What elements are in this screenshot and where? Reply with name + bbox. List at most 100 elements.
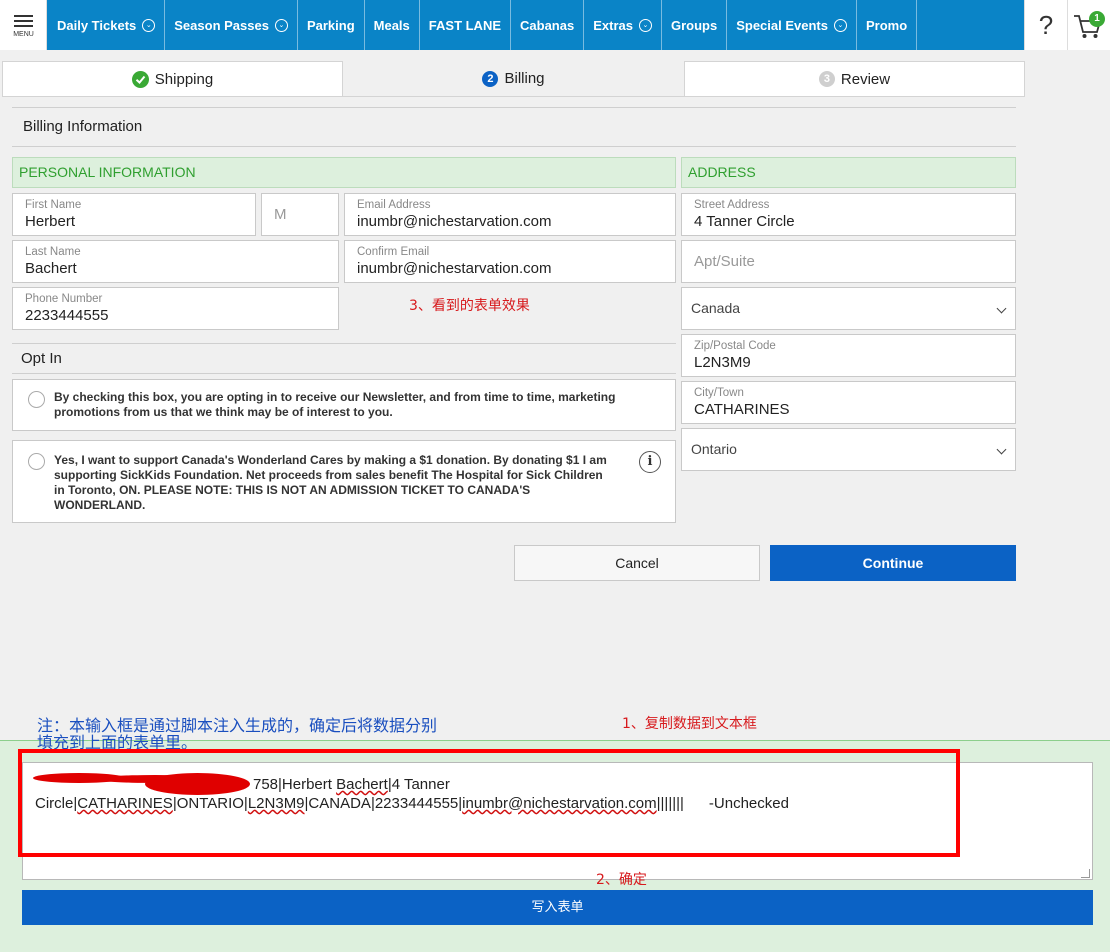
write-form-button[interactable]: 写入表单 <box>22 890 1093 925</box>
chevron-down-icon: ⌄ <box>833 18 847 32</box>
field-label: Last Name <box>25 246 81 258</box>
cart-button[interactable]: 1 <box>1070 0 1110 50</box>
check-circle-icon <box>131 70 149 88</box>
donation-text: Yes, I want to support Canada's Wonderla… <box>54 453 607 512</box>
last-name-field[interactable]: Last Name Bachert <box>12 240 339 283</box>
field-label: Street Address <box>694 199 770 211</box>
nav-item[interactable]: Season Passes ⌄ <box>165 0 298 50</box>
opt-in-title: Opt In <box>21 350 62 367</box>
annotation-step3: 3、看到的表单效果 <box>409 298 530 314</box>
field-label: Email Address <box>357 199 431 211</box>
newsletter-checkbox[interactable] <box>28 391 45 408</box>
field-label: Zip/Postal Code <box>694 340 776 352</box>
field-label: Phone Number <box>25 293 103 305</box>
select-value: Ontario <box>691 441 737 457</box>
menu-button[interactable]: MENU <box>0 0 47 50</box>
email-field[interactable]: Email Address inumbr@nichestarvation.com <box>344 193 676 236</box>
nav-item[interactable]: FAST LANE <box>420 0 512 50</box>
field-value: Bachert <box>25 260 77 277</box>
city-field[interactable]: City/Town CATHARINES <box>681 381 1016 424</box>
nav-item-label: Season Passes <box>174 17 269 33</box>
confirm-email-field[interactable]: Confirm Email inumbr@nichestarvation.com <box>344 240 676 283</box>
nav-item[interactable]: Meals <box>365 0 420 50</box>
hamburger-icon <box>14 15 33 27</box>
divider <box>12 146 1016 147</box>
newsletter-option[interactable]: By checking this box, you are opting in … <box>12 379 676 431</box>
nav-item-label: Parking <box>306 17 355 33</box>
nav-item[interactable]: Daily Tickets ⌄ <box>48 0 166 50</box>
field-label: Confirm Email <box>357 246 430 258</box>
field-label: City/Town <box>694 387 744 399</box>
step-review[interactable]: 3 Review <box>684 61 1025 97</box>
phone-field[interactable]: Phone Number 2233444555 <box>12 287 339 330</box>
chevron-down-icon: ⌄ <box>274 18 288 32</box>
chevron-down-icon: ⌄ <box>638 18 652 32</box>
info-icon[interactable]: i <box>639 451 661 473</box>
field-value: inumbr@nichestarvation.com <box>357 260 552 277</box>
menu-label: MENU <box>13 31 34 38</box>
personal-info-header: PERSONAL INFORMATION <box>12 157 676 188</box>
divider <box>12 107 1016 108</box>
field-value: inumbr@nichestarvation.com <box>357 213 552 230</box>
step-number-badge: 2 <box>482 70 499 87</box>
field-label: First Name <box>25 199 82 211</box>
nav-item[interactable]: Groups <box>662 0 728 50</box>
nav-item-label: Extras <box>593 17 633 33</box>
step-label: Shipping <box>154 70 214 88</box>
highlight-box <box>18 749 960 857</box>
country-select[interactable]: Canada <box>681 287 1016 330</box>
chevron-down-icon <box>996 303 1007 314</box>
zip-field[interactable]: Zip/Postal Code L2N3M9 <box>681 334 1016 377</box>
province-select[interactable]: Ontario <box>681 428 1016 471</box>
apt-suite-field[interactable]: Apt/Suite <box>681 240 1016 283</box>
donation-checkbox[interactable] <box>28 453 45 470</box>
annotation-step2: 2、确定 <box>596 872 647 888</box>
nav-item[interactable]: Promo <box>857 0 918 50</box>
field-value: L2N3M9 <box>694 354 751 371</box>
nav-item-label: Groups <box>670 17 718 33</box>
billing-title: Billing Information <box>23 118 143 135</box>
select-value: Canada <box>691 300 741 316</box>
nav-item-label: Special Events <box>736 17 828 33</box>
help-button[interactable]: ? <box>1024 0 1068 50</box>
field-value: CATHARINES <box>694 401 790 418</box>
field-value: Herbert <box>25 213 76 230</box>
step-label: Review <box>840 70 891 88</box>
field-placeholder: M <box>274 206 287 223</box>
cart-icon <box>1074 15 1102 38</box>
nav-item[interactable]: Extras ⌄ <box>584 0 662 50</box>
field-value: 4 Tanner Circle <box>694 213 795 230</box>
nav-item-label: Meals <box>373 17 410 33</box>
chevron-down-icon <box>996 444 1007 455</box>
step-billing[interactable]: 2 Billing <box>343 61 684 97</box>
cancel-button[interactable]: Cancel <box>514 545 760 581</box>
chevron-down-icon: ⌄ <box>142 18 156 32</box>
nav-items: Daily Tickets ⌄ Season Passes ⌄ Parking Meals… <box>48 0 918 50</box>
newsletter-text: By checking this box, you are opting in … <box>54 390 616 419</box>
first-name-field[interactable]: First Name Herbert <box>12 193 256 236</box>
divider <box>12 343 676 344</box>
nav-item-label: Cabanas <box>520 17 575 33</box>
nav-item[interactable]: Special Events ⌄ <box>727 0 857 50</box>
step-number-badge: 3 <box>818 71 835 87</box>
resize-handle[interactable] <box>1081 869 1090 878</box>
nav-item-label: Daily Tickets <box>57 17 137 33</box>
step-shipping[interactable]: Shipping <box>2 61 343 97</box>
cart-count-badge: 1 <box>1089 11 1105 27</box>
nav-item-label: FAST LANE <box>428 17 502 33</box>
nav-item[interactable]: Cabanas <box>511 0 585 50</box>
continue-button[interactable]: Continue <box>770 545 1016 581</box>
step-label: Billing <box>504 70 545 87</box>
address-header: ADDRESS <box>681 157 1016 188</box>
annotation-step1: 1、复制数据到文本框 <box>622 716 757 732</box>
field-placeholder: Apt/Suite <box>694 253 755 270</box>
middle-initial-field[interactable]: M <box>261 193 339 236</box>
nav-item[interactable]: Parking <box>298 0 365 50</box>
top-nav: MENU Daily Tickets ⌄ Season Passes ⌄ Parking… <box>0 0 1110 50</box>
nav-item-label: Promo <box>865 17 908 33</box>
annotation-note: 注：本输入框是通过脚本注入生成的，确定后将数据分别 填充到上面的表单里。 <box>37 716 438 752</box>
donation-option[interactable]: Yes, I want to support Canada's Wonderla… <box>12 440 676 523</box>
street-address-field[interactable]: Street Address 4 Tanner Circle <box>681 193 1016 236</box>
divider <box>12 373 676 374</box>
field-value: 2233444555 <box>25 307 109 324</box>
